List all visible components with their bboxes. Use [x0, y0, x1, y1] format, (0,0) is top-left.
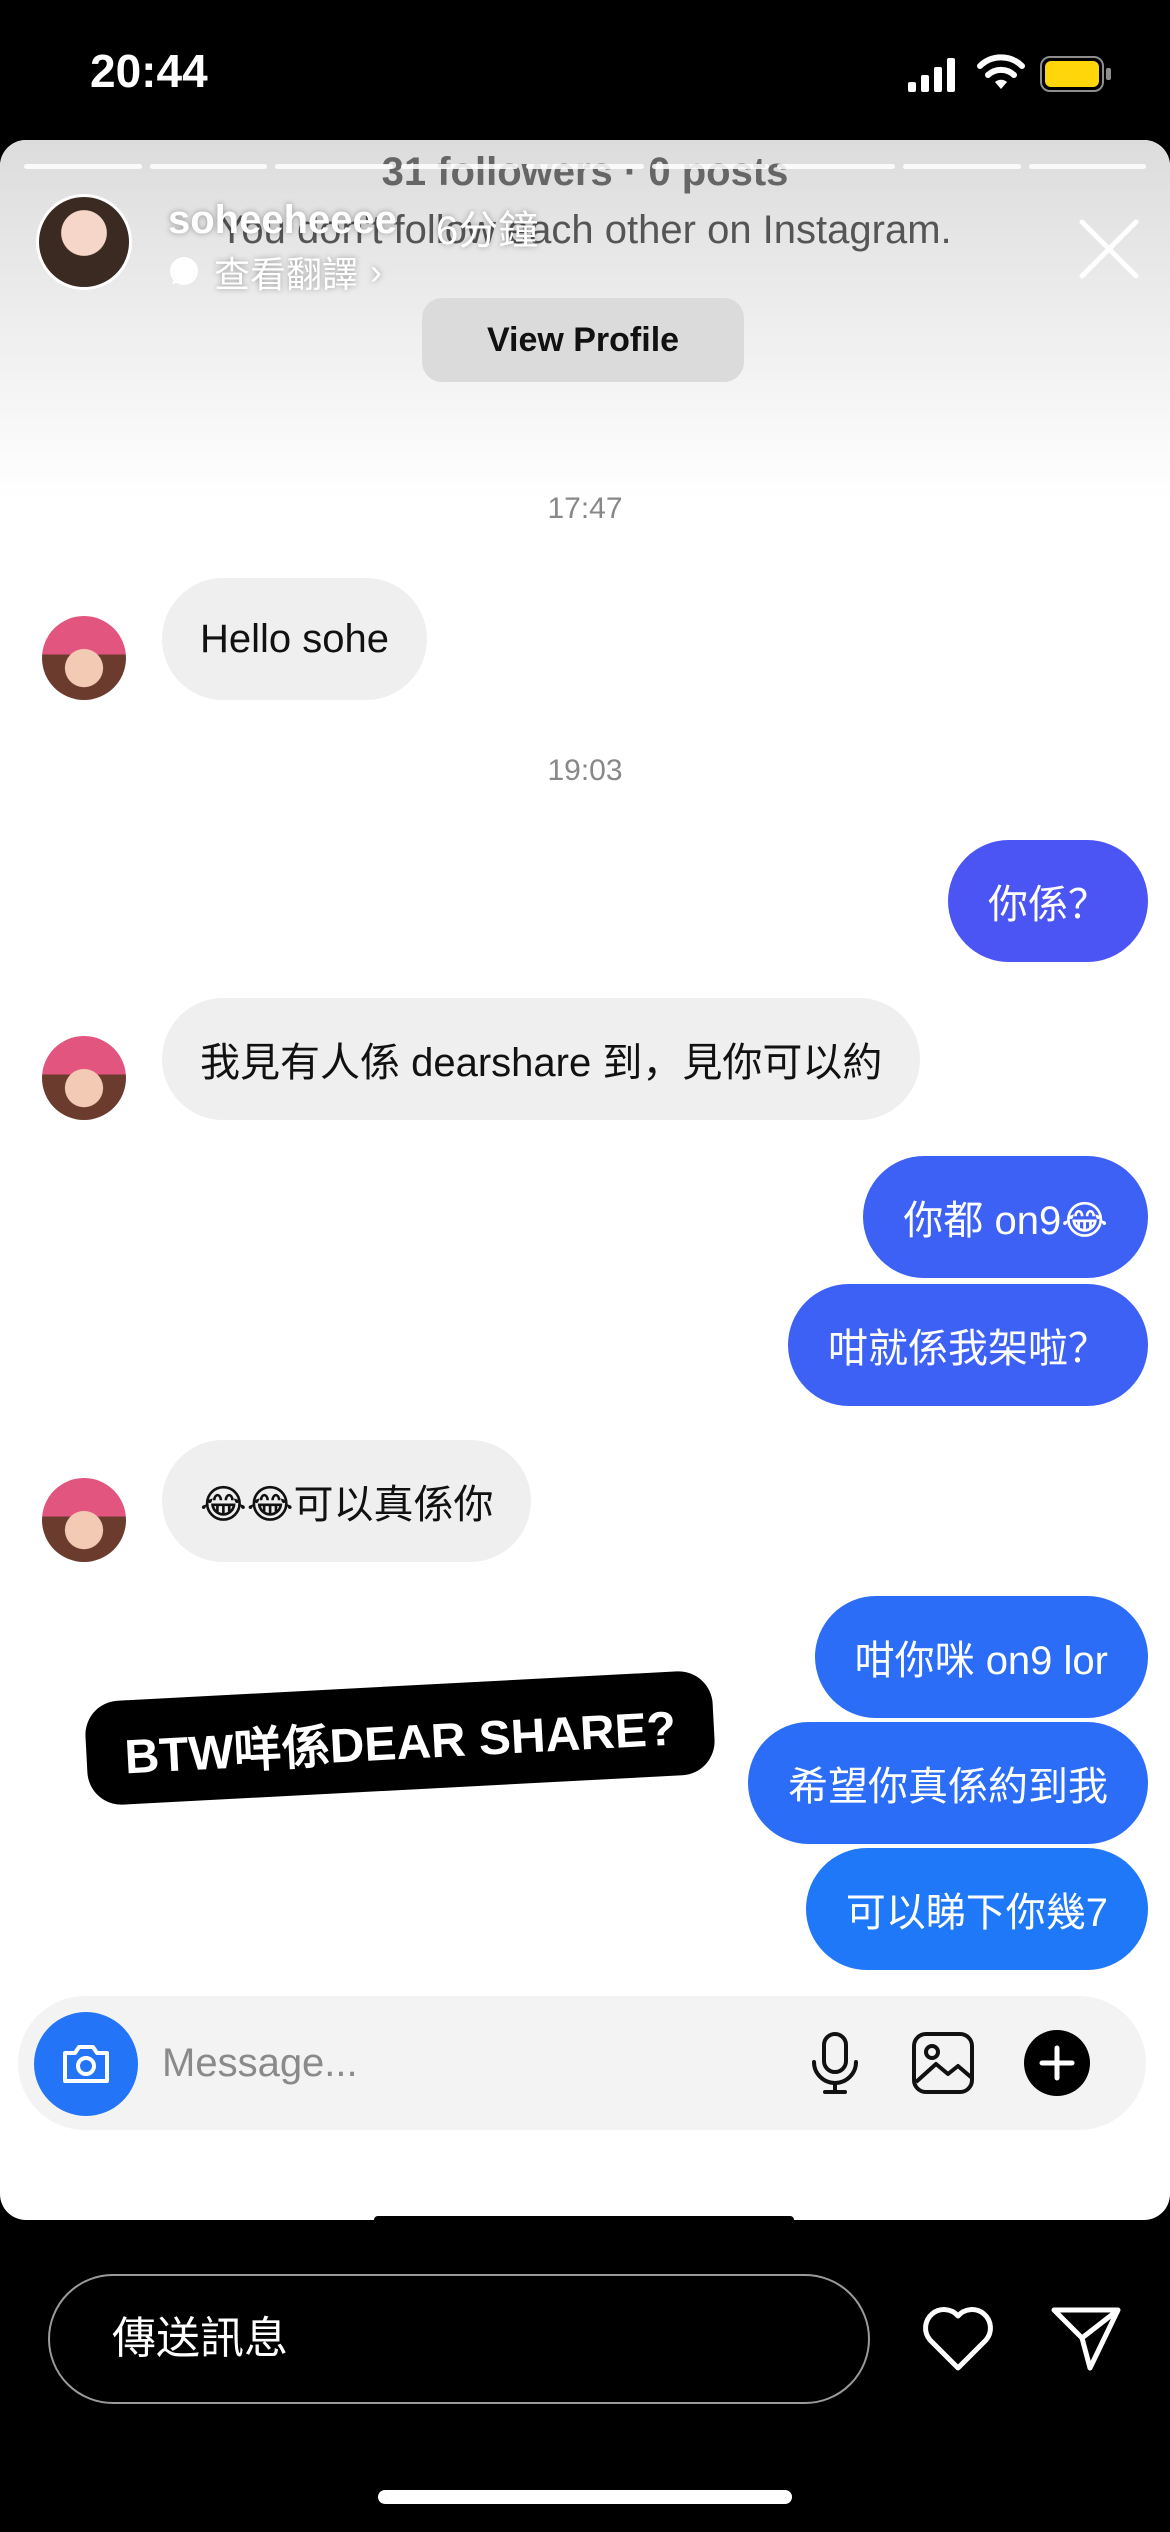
gallery-icon[interactable]	[908, 2028, 978, 2098]
progress-segment	[651, 164, 770, 169]
progress-segment	[902, 164, 1021, 169]
status-bar: 20:44	[0, 0, 1170, 140]
view-profile-button[interactable]: View Profile	[422, 298, 744, 382]
story-progress-bar	[24, 164, 1147, 169]
wifi-icon	[977, 54, 1025, 89]
sender-avatar[interactable]	[42, 1036, 126, 1120]
plus-icon[interactable]	[1022, 2028, 1092, 2098]
progress-segment	[1028, 164, 1147, 169]
outgoing-message[interactable]: 咁你咪 on9 lor	[814, 1596, 1148, 1718]
heart-icon[interactable]	[920, 2302, 996, 2374]
send-icon[interactable]	[1050, 2302, 1122, 2374]
progress-segment	[777, 164, 895, 169]
message-composer	[18, 1996, 1146, 2130]
outgoing-message[interactable]: 你係？	[948, 840, 1148, 962]
timestamp: 17:47	[547, 492, 623, 525]
progress-segment	[275, 164, 393, 169]
cellular-signal-icon	[908, 58, 955, 92]
incoming-message[interactable]: 我見有人係 dearshare 到，見你可以約	[162, 998, 921, 1120]
story-username[interactable]: soheeheeee	[168, 198, 397, 243]
outgoing-message[interactable]: 咁就係我架啦？	[788, 1284, 1148, 1406]
camera-button[interactable]	[34, 2012, 138, 2116]
outgoing-message[interactable]: 希望你真係約到我	[748, 1722, 1148, 1844]
progress-segment	[149, 164, 268, 169]
status-time: 20:44	[90, 45, 208, 97]
progress-segment	[526, 164, 644, 169]
sender-avatar[interactable]	[42, 1478, 126, 1562]
story-avatar[interactable]	[36, 194, 132, 290]
camera-icon	[63, 2045, 109, 2083]
see-translation-label: 查看翻譯	[214, 254, 359, 295]
outgoing-message[interactable]: 你都 on9😂	[863, 1156, 1148, 1278]
progress-segment	[24, 164, 142, 169]
sender-avatar[interactable]	[42, 616, 126, 700]
home-indicator[interactable]	[378, 2490, 792, 2504]
progress-segment	[400, 164, 519, 169]
message-input[interactable]	[162, 2036, 782, 2090]
microphone-icon[interactable]	[800, 2028, 870, 2098]
card-bottom-handle	[374, 2216, 794, 2220]
story-card: 31 followers · 0 posts You don't follow …	[0, 140, 1170, 2220]
incoming-message[interactable]: Hello sohe	[162, 578, 428, 700]
timestamp: 19:03	[547, 754, 623, 787]
see-translation-button[interactable]: 查看翻譯 ›	[166, 246, 382, 298]
text-sticker[interactable]: BTW咩係DEAR SHARE?	[83, 1669, 717, 1807]
story-time-ago: 6分鐘	[436, 209, 539, 253]
chevron-right-icon: ›	[370, 251, 383, 292]
profile-followers-line: 31 followers · 0 posts	[381, 150, 789, 194]
incoming-message[interactable]: 😂😂可以真係你	[162, 1440, 532, 1562]
close-icon[interactable]	[1076, 216, 1142, 282]
translate-bubble-icon	[170, 257, 198, 285]
story-reply-input[interactable]	[48, 2274, 870, 2404]
outgoing-message[interactable]: 可以睇下你幾7	[805, 1848, 1148, 1970]
battery-icon	[1040, 56, 1111, 92]
